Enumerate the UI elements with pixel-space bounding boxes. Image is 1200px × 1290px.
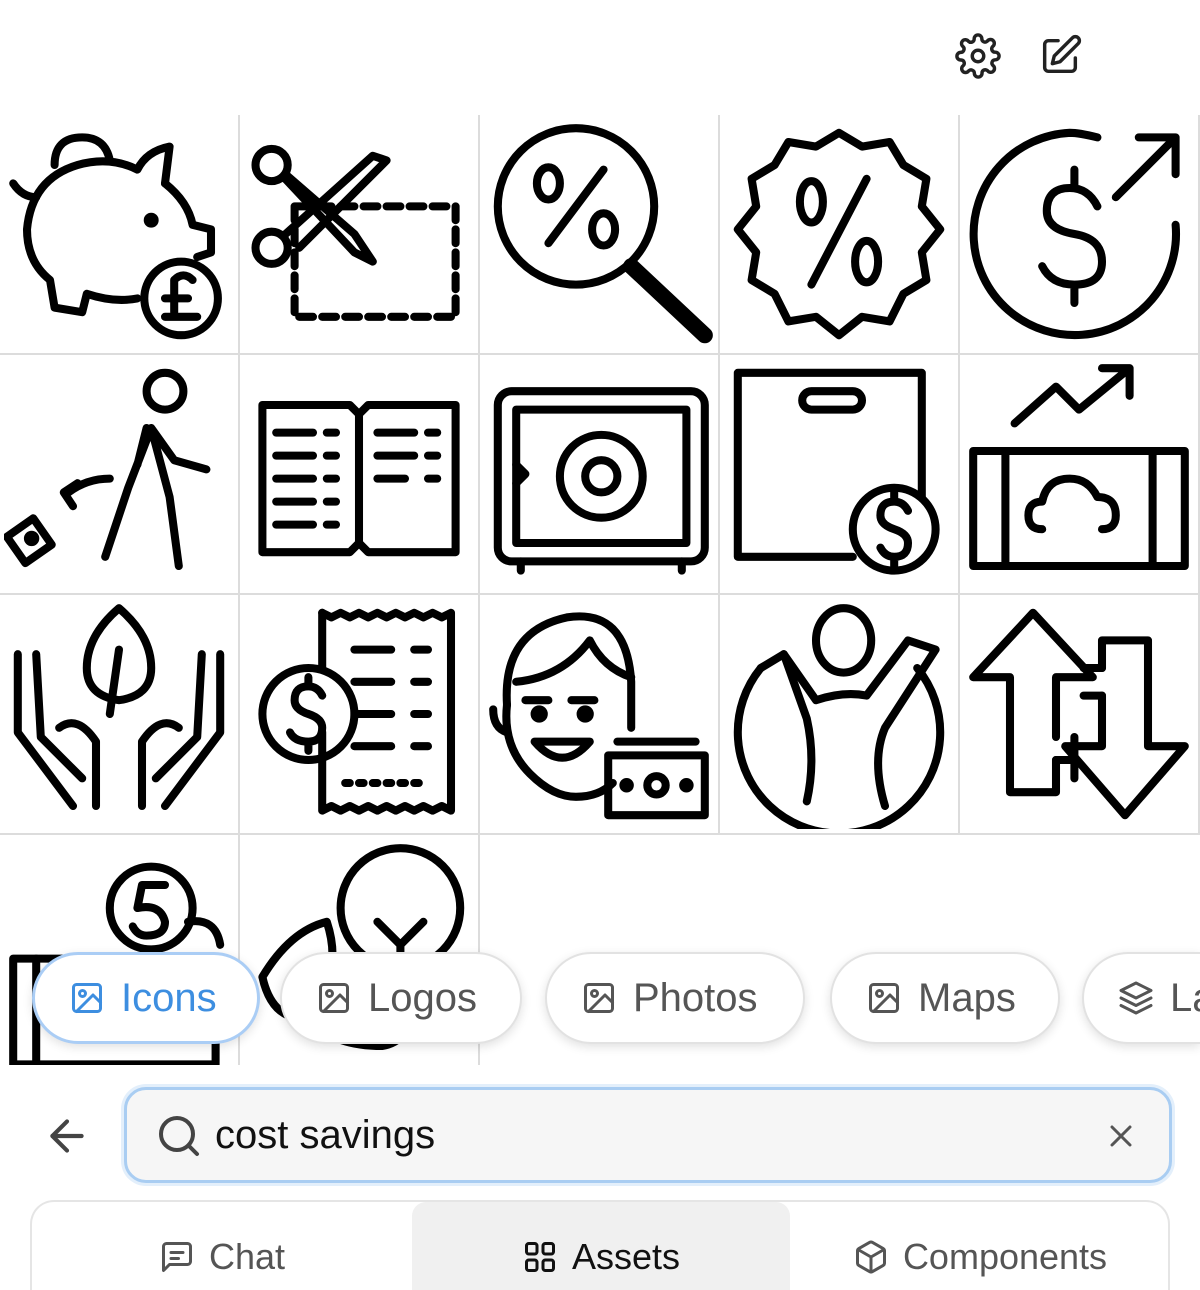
chip-icons[interactable]: Icons <box>32 952 260 1044</box>
hands-leaf-icon <box>13 604 225 811</box>
chip-logos[interactable]: Logos <box>280 952 522 1044</box>
search-box <box>124 1087 1172 1183</box>
image-icon <box>584 983 614 1013</box>
person-circle-arms-up-icon <box>733 604 945 829</box>
piggy-bank-pound-icon <box>9 133 222 340</box>
tab-assets[interactable]: Assets <box>412 1202 790 1290</box>
icon-result-cell[interactable] <box>240 355 480 595</box>
tab-chat[interactable]: Chat <box>32 1202 412 1290</box>
icon-result-cell[interactable] <box>720 355 960 595</box>
icon-result-cell[interactable] <box>0 595 240 835</box>
settings-button[interactable] <box>952 30 1004 82</box>
tab-label: Assets <box>571 1236 681 1277</box>
chip-label: Logos <box>368 975 477 1020</box>
asset-type-chips: Icons Logos Photos Maps La <box>0 950 1200 1050</box>
cube-icon <box>855 1240 886 1274</box>
icon-results-grid <box>0 115 1200 1065</box>
icon-result-cell[interactable] <box>720 595 960 835</box>
grid-four-icon <box>524 1242 555 1272</box>
chip-photos[interactable]: Photos <box>545 952 805 1044</box>
gear-icon <box>955 33 1001 79</box>
icon-result-cell[interactable] <box>480 355 720 595</box>
image-icon <box>869 983 899 1013</box>
chip-label: Photos <box>633 975 758 1020</box>
edit-square-icon <box>1042 34 1082 74</box>
icon-result-cell[interactable] <box>240 115 480 355</box>
up-down-arrows-icon <box>969 608 1189 820</box>
image-icon <box>319 983 349 1013</box>
cloud-growth-chart-icon <box>969 364 1189 571</box>
bottom-tabs: Chat Assets Components <box>30 1200 1170 1290</box>
safe-vault-icon <box>493 387 709 575</box>
search-icon <box>159 1116 199 1156</box>
chip-label: Icons <box>121 975 217 1020</box>
scissors-coupon-icon <box>251 144 460 321</box>
arrow-left-icon <box>50 1119 84 1153</box>
icon-result-cell[interactable] <box>960 595 1200 835</box>
discount-badge-percent-icon <box>733 128 945 340</box>
search-row <box>0 1075 1200 1195</box>
search-input[interactable] <box>215 1104 1075 1166</box>
ledger-book-icon <box>258 400 460 557</box>
icon-result-cell[interactable] <box>960 115 1200 355</box>
walking-person-drop-icon <box>4 368 211 571</box>
image-icon <box>72 983 102 1013</box>
tab-label: Chat <box>208 1236 286 1277</box>
happy-person-cash-icon <box>484 612 709 820</box>
bag-dollar-icon <box>733 368 940 575</box>
receipt-dollar-icon <box>258 608 456 815</box>
icon-result-cell[interactable] <box>0 115 240 355</box>
chip-label: Maps <box>918 975 1016 1020</box>
chip-label: La <box>1170 975 1200 1020</box>
close-icon[interactable] <box>1103 1118 1139 1154</box>
tab-label: Components <box>902 1236 1108 1277</box>
icon-result-cell[interactable] <box>480 115 720 355</box>
icon-result-cell[interactable] <box>240 595 480 835</box>
icon-result-cell[interactable] <box>480 595 720 835</box>
chip-maps[interactable]: Maps <box>830 952 1060 1044</box>
top-bar <box>0 0 1200 116</box>
new-edit-button[interactable] <box>1034 30 1086 82</box>
back-button[interactable] <box>42 1111 92 1161</box>
icon-result-cell[interactable] <box>0 355 240 595</box>
layers-icon <box>1119 981 1153 1015</box>
icon-result-cell[interactable] <box>960 355 1200 595</box>
icon-result-cell[interactable] <box>720 115 960 355</box>
chip-layers[interactable]: La <box>1082 952 1200 1044</box>
chat-bubble-icon <box>161 1242 192 1272</box>
dollar-growth-arrow-icon <box>969 128 1181 340</box>
magnifier-percent-icon <box>493 124 713 344</box>
tab-components[interactable]: Components <box>790 1202 1170 1290</box>
